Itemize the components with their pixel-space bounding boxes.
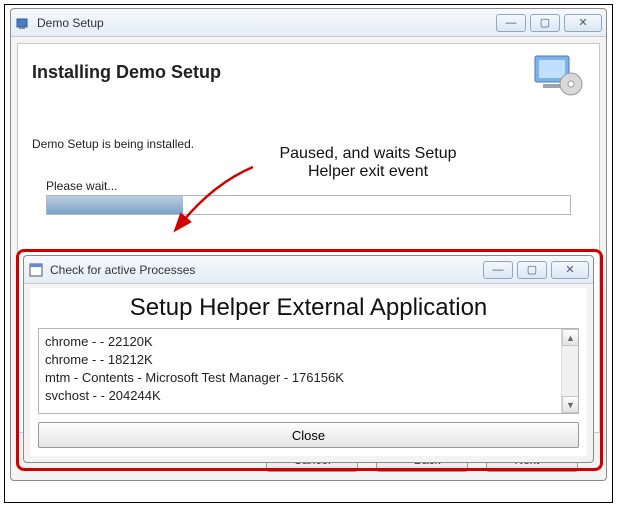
list-item: svchost - - 204244K [45,387,572,405]
scroll-up-icon[interactable]: ▲ [562,329,579,346]
scroll-down-icon[interactable]: ▼ [562,396,579,413]
annotation-line1: Paused, and waits Setup [253,145,483,163]
installer-icon [15,15,31,31]
computer-disc-icon [531,52,585,101]
maximize-button[interactable]: ▢ [530,14,560,32]
annotation-line2: Helper exit event [253,163,483,181]
annotation-text: Paused, and waits Setup Helper exit even… [253,145,483,181]
progress-bar [46,195,571,215]
process-window-icon [28,262,44,278]
process-check-window: Check for active Processes — ▢ ✕ Setup H… [23,255,594,463]
close-button[interactable]: ✕ [564,14,602,32]
close-dialog-button[interactable]: Close [38,422,579,448]
scrollbar[interactable]: ▲ ▼ [561,329,578,413]
sub-minimize-button[interactable]: — [483,261,513,279]
please-wait-label: Please wait... [46,179,585,193]
titlebar[interactable]: Demo Setup — ▢ ✕ [11,9,606,37]
sub-heading: Setup Helper External Application [38,294,579,322]
list-item: chrome - - 18212K [45,351,572,369]
sub-window-title: Check for active Processes [50,263,483,277]
sub-close-button[interactable]: ✕ [551,261,589,279]
process-list[interactable]: chrome - - 22120K chrome - - 18212K mtm … [38,328,579,414]
page-heading: Installing Demo Setup [32,62,585,83]
list-item: mtm - Contents - Microsoft Test Manager … [45,369,572,387]
window-title: Demo Setup [37,16,496,30]
progress-fill [47,196,183,214]
sub-maximize-button[interactable]: ▢ [517,261,547,279]
sub-titlebar[interactable]: Check for active Processes — ▢ ✕ [24,256,593,284]
sub-body: Setup Helper External Application chrome… [30,288,587,456]
minimize-button[interactable]: — [496,14,526,32]
list-item: chrome - - 22120K [45,333,572,351]
